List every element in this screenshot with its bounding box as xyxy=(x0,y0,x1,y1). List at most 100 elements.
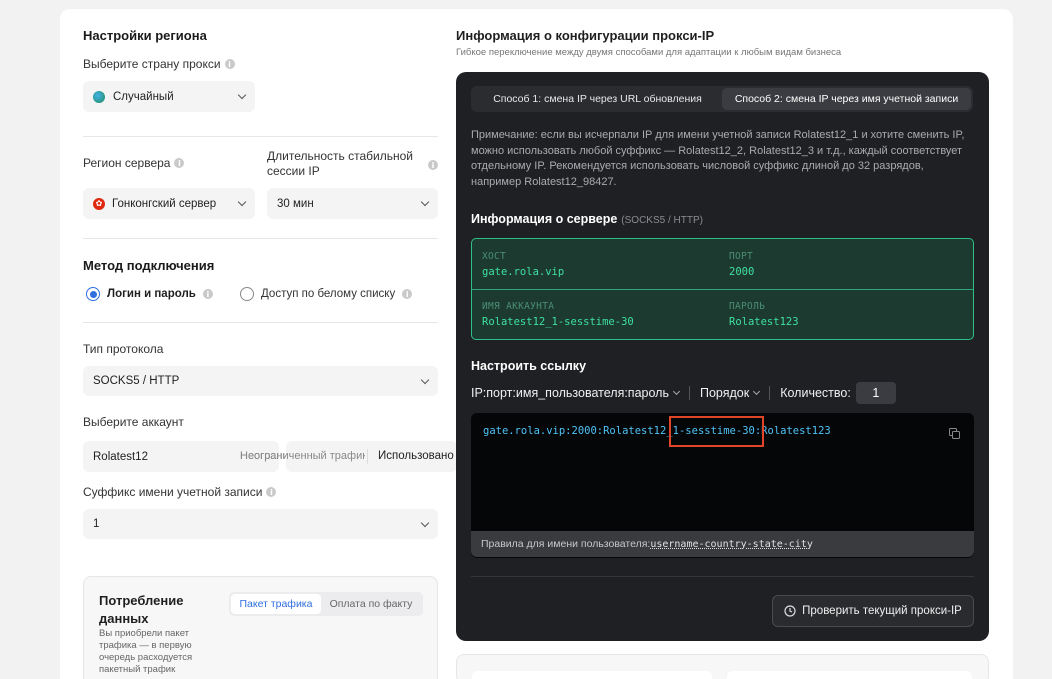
server-info-box: ХОСТ gate.rola.vip ПОРТ 2000 ИМЯ АККАУНТ… xyxy=(471,238,974,340)
traffic-text-overlay: Неограниченный трафик xyxy=(240,450,365,462)
chevron-down-icon xyxy=(237,90,247,100)
consumption-title: Потребление данных xyxy=(99,592,183,628)
format-value: IP:порт:имя_пользователя:пароль xyxy=(471,386,669,400)
tab-method-2[interactable]: Способ 2: смена IP через имя учетной зап… xyxy=(722,88,971,110)
rules-value: username-country-state-city xyxy=(650,538,813,550)
bottom-card xyxy=(456,654,989,679)
check-proxy-label: Проверить текущий прокси-IP xyxy=(802,605,962,617)
consumption-desc-line: Вы приобрели пакет xyxy=(99,628,190,639)
info-icon[interactable]: i xyxy=(224,59,235,69)
session-value: 30 мин xyxy=(277,197,314,210)
server-protocols: (SOCKS5 / HTTP) xyxy=(621,215,703,226)
username-rules: Правила для имени пользователя: username… xyxy=(471,531,974,557)
bottom-card-item xyxy=(472,671,712,679)
info-icon[interactable]: i xyxy=(174,158,185,168)
info-icon[interactable]: i xyxy=(402,289,413,299)
format-select[interactable]: IP:порт:имя_пользователя:пароль xyxy=(471,386,681,400)
check-proxy-button[interactable]: Проверить текущий прокси-IP xyxy=(772,595,974,627)
separator xyxy=(769,386,771,400)
session-select[interactable]: 30 мин xyxy=(267,188,438,219)
used-text: Использовано xyxy=(378,450,454,462)
radio-unchecked-icon[interactable] xyxy=(240,287,254,301)
radio-login[interactable]: Логин и пароль i xyxy=(86,287,213,301)
consumption-tabs: Пакет трафика Оплата по факту xyxy=(229,592,423,616)
region-title: Настройки региона xyxy=(83,28,207,43)
server-title-text: Информация о сервере xyxy=(471,212,618,226)
quantity-label: Количество: xyxy=(780,386,851,400)
tab-method-1[interactable]: Способ 1: смена IP через URL обновления xyxy=(473,88,722,110)
host-value[interactable]: gate.rola.vip xyxy=(482,266,564,278)
chevron-down-icon xyxy=(420,375,430,384)
suffix-value: 1 xyxy=(93,518,100,530)
connection-title: Метод подключения xyxy=(83,258,215,273)
password-value[interactable]: Rolatest123 xyxy=(729,316,799,328)
divider xyxy=(472,289,973,290)
protocol-value: SOCKS5 / HTTP xyxy=(93,375,180,387)
divider xyxy=(83,322,438,323)
account-label: Выберите аккаунт xyxy=(83,415,184,429)
radio-whitelist[interactable]: Доступ по белому списку i xyxy=(240,287,413,301)
consumption-desc-line: трафика — в первую xyxy=(99,640,192,651)
order-value: Порядок xyxy=(699,386,750,400)
country-label-text: Выберите страну прокси xyxy=(83,57,221,71)
host-key: ХОСТ xyxy=(482,251,507,262)
divider xyxy=(471,576,974,577)
session-label: Длительность стабильной сессии IP xyxy=(267,149,427,179)
consumption-desc-line: очередь расходуется xyxy=(99,652,193,663)
suffix-select[interactable]: 1 xyxy=(83,509,438,539)
tab-payg[interactable]: Оплата по факту xyxy=(321,594,421,614)
consumption-title-line-2: данных xyxy=(99,611,149,626)
bottom-card-item xyxy=(727,671,972,679)
suffix-label: Суффикс имени учетной записи i xyxy=(83,485,277,499)
country-select[interactable]: Случайный xyxy=(83,81,255,112)
chevron-down-icon xyxy=(672,387,681,396)
suffix-label-text: Суффикс имени учетной записи xyxy=(83,485,263,499)
account-value: Rolatest12 xyxy=(93,450,148,463)
quantity-input[interactable]: 1 xyxy=(855,382,896,404)
country-label: Выберите страну прокси i xyxy=(83,57,235,71)
account-key: ИМЯ АККАУНТА xyxy=(482,301,555,312)
info-icon[interactable]: i xyxy=(202,289,213,299)
port-key: ПОРТ xyxy=(729,251,754,262)
radio-login-label: Логин и пароль xyxy=(107,288,196,300)
chevron-down-icon xyxy=(420,197,430,207)
separator xyxy=(688,386,690,400)
link-controls: IP:порт:имя_пользователя:пароль Порядок … xyxy=(471,382,896,404)
radio-checked-icon[interactable] xyxy=(86,287,100,301)
server-region-select[interactable]: ✿ Гонконгский сервер xyxy=(83,188,255,219)
link-part-password: Rolatest123 xyxy=(761,425,831,437)
copy-icon[interactable] xyxy=(949,426,960,439)
link-title: Настроить ссылку xyxy=(471,359,587,373)
chevron-down-icon xyxy=(420,518,430,527)
info-icon[interactable]: i xyxy=(266,487,277,497)
chevron-down-icon xyxy=(753,387,761,396)
protocol-select[interactable]: SOCKS5 / HTTP xyxy=(83,366,438,396)
session-label-line-1: Длительность стабильной xyxy=(267,149,413,163)
proxy-panel: Способ 1: смена IP через URL обновления … xyxy=(456,72,989,641)
link-part-host: gate.rola.vip:2000:Rolatest12_ xyxy=(483,425,673,437)
order-select[interactable]: Порядок xyxy=(699,386,761,400)
consumption-desc: Вы приобрели пакет трафика — в первую оч… xyxy=(99,628,192,676)
session-label-line-2: сессии IP xyxy=(267,164,320,178)
separator xyxy=(367,449,368,464)
link-text[interactable]: gate.rola.vip:2000:Rolatest12_1-sesstime… xyxy=(483,425,831,437)
refresh-clock-icon xyxy=(784,605,796,617)
globe-icon xyxy=(93,90,105,103)
server-region-label-text: Регион сервера xyxy=(83,156,171,170)
highlight-box xyxy=(669,416,764,447)
radio-whitelist-label: Доступ по белому списку xyxy=(261,288,396,300)
rules-label: Правила для имени пользователя: xyxy=(481,538,651,550)
country-value: Случайный xyxy=(113,90,174,103)
consumption-desc-line: пакетный трафик xyxy=(99,664,176,675)
proxy-info-subtitle: Гибкое переключение между двумя способам… xyxy=(456,47,842,58)
port-value[interactable]: 2000 xyxy=(729,266,754,278)
proxy-info-title: Информация о конфигурации прокси-IP xyxy=(456,28,715,43)
protocol-label: Тип протокола xyxy=(83,342,164,356)
password-key: ПАРОЛЬ xyxy=(729,301,766,312)
info-icon[interactable]: i xyxy=(428,160,438,170)
tab-package[interactable]: Пакет трафика xyxy=(231,594,321,614)
server-region-value: Гонконгский сервер xyxy=(112,197,217,210)
divider xyxy=(83,136,438,137)
account-name-value[interactable]: Rolatest12_1-sesstime-30 xyxy=(482,316,634,328)
hongkong-flag-icon: ✿ xyxy=(93,197,105,210)
